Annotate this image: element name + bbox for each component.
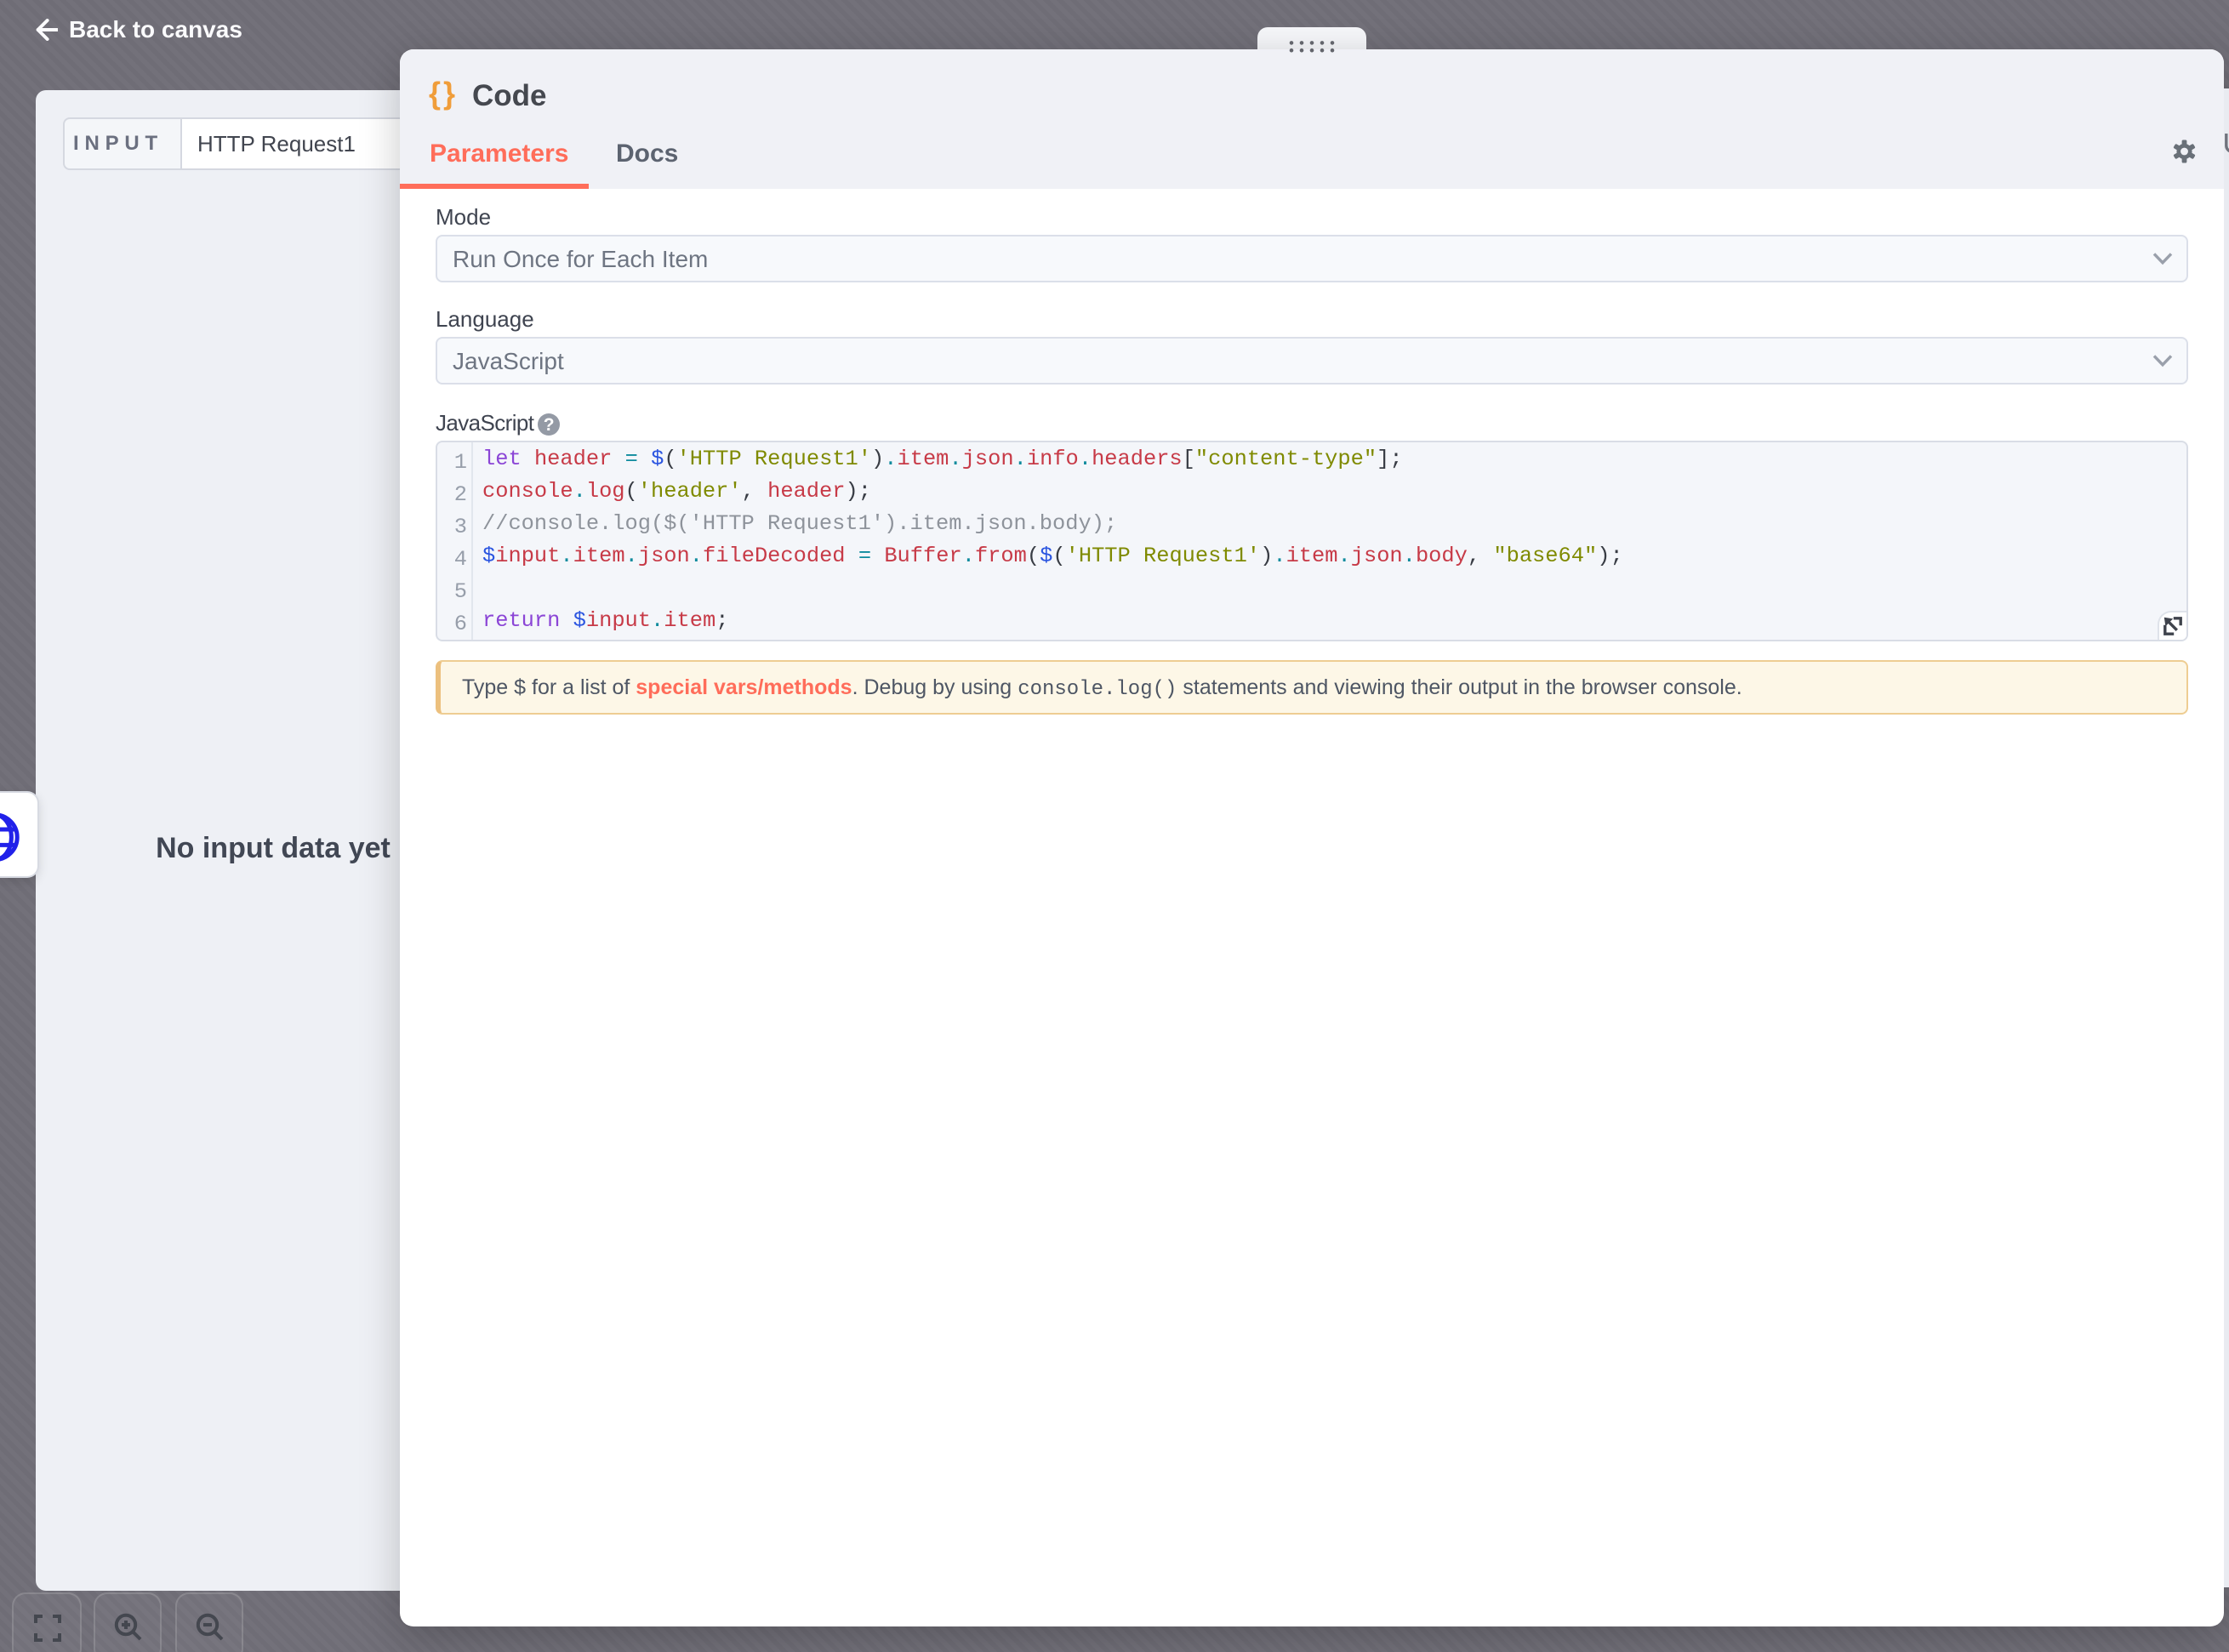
svg-text:?: ? (543, 414, 554, 434)
